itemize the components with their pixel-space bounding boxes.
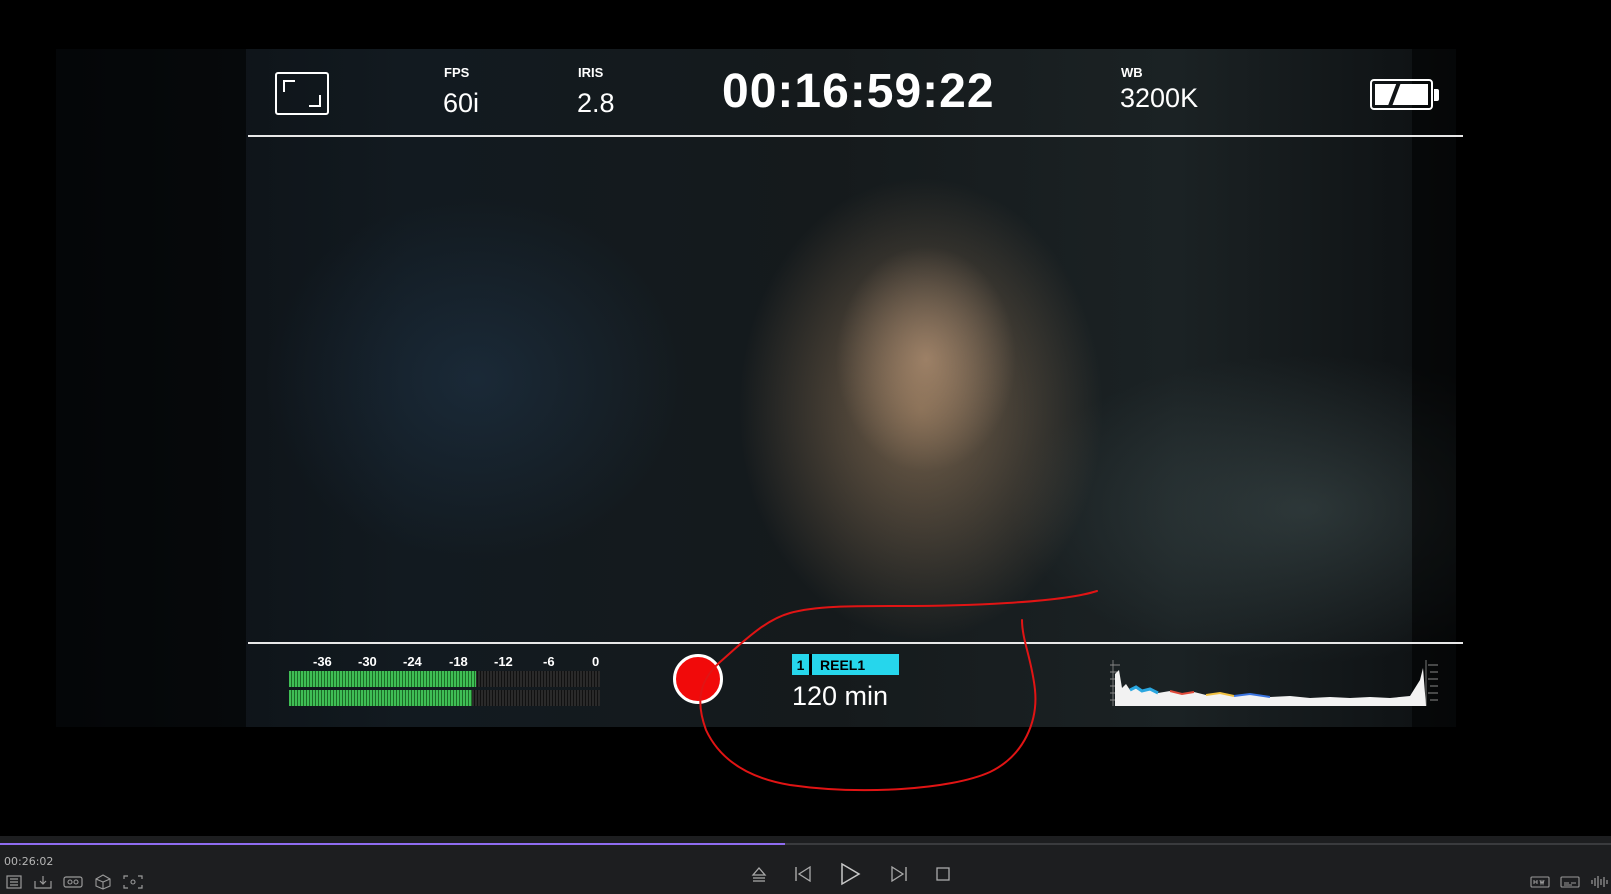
stop-button[interactable] — [935, 866, 951, 882]
video-viewer: FPS 60i IRIS 2.8 00:16:59:22 WB 3200K -3… — [0, 0, 1611, 836]
iris-label: IRIS — [578, 65, 604, 80]
histogram — [1110, 660, 1438, 706]
reel-number: 1 — [792, 654, 812, 675]
battery-level — [1375, 84, 1428, 105]
battery-icon — [1370, 79, 1439, 110]
audio-level-ch1 — [289, 671, 476, 687]
reel-name: REEL1 — [820, 656, 866, 673]
hud-top-divider — [248, 135, 1463, 137]
meter-tick-label: -18 — [449, 654, 468, 669]
list-icon[interactable] — [5, 874, 23, 890]
frame-shade-right — [1412, 49, 1456, 727]
remaining-record-time: 120 min — [792, 681, 889, 711]
meter-tick-label: -24 — [403, 654, 422, 669]
hw-output-icon[interactable] — [1530, 874, 1550, 890]
play-button[interactable] — [838, 861, 862, 887]
hud-bottom-divider — [248, 642, 1463, 644]
wb-label: WB — [1121, 65, 1143, 80]
frame-shade-left — [56, 49, 246, 727]
meter-tick-label: -30 — [358, 654, 377, 669]
skip-back-icon[interactable] — [793, 864, 813, 884]
import-icon[interactable] — [33, 874, 53, 890]
vr-view-icon[interactable] — [63, 874, 83, 890]
video-frame — [56, 49, 1456, 727]
meter-tick-label: -12 — [494, 654, 513, 669]
frame-capture-icon[interactable] — [122, 874, 144, 890]
meter-tick-label: -36 — [313, 654, 332, 669]
timecode-display: 00:16:59:22 — [722, 65, 995, 118]
fps-label: FPS — [444, 65, 470, 80]
cube-icon[interactable] — [93, 873, 113, 891]
scrubber-progress[interactable] — [0, 843, 785, 845]
audio-meter-ch1 — [289, 671, 600, 687]
fps-value[interactable]: 60i — [443, 88, 479, 119]
iris-value[interactable]: 2.8 — [577, 88, 615, 119]
meter-tick-label: 0 — [592, 654, 600, 669]
audio-waveform-icon[interactable] — [1590, 874, 1608, 890]
record-button[interactable] — [673, 654, 723, 704]
wb-value[interactable]: 3200K — [1120, 83, 1198, 114]
eject-icon[interactable] — [750, 864, 768, 884]
meter-tick-label: -6 — [543, 654, 555, 669]
subtitles-icon[interactable] — [1560, 874, 1580, 890]
reel-badge: 1 REEL1 — [792, 654, 900, 675]
current-time: 00:26:02 — [4, 855, 54, 868]
skip-forward-icon[interactable] — [889, 864, 909, 884]
frame-guides-icon[interactable] — [275, 72, 329, 115]
audio-level-ch2 — [289, 690, 473, 706]
audio-meter-ch2 — [289, 690, 600, 706]
